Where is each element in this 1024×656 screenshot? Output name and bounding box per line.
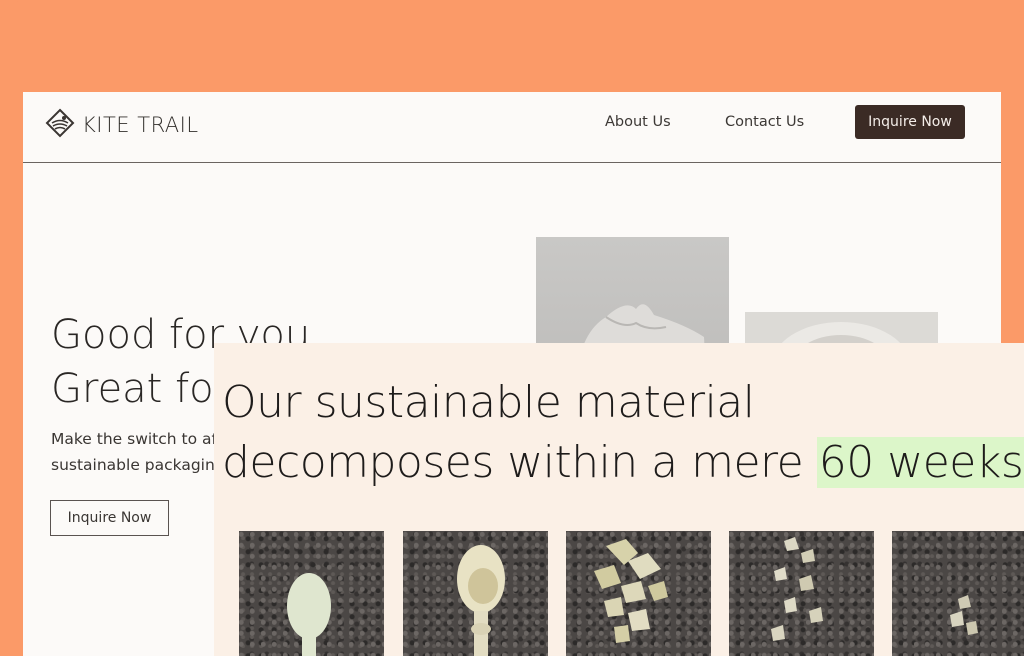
nav-link-about[interactable]: About Us — [605, 114, 671, 130]
decomposition-photo-stage-1 — [239, 531, 384, 656]
brand-name: KITE TRAIL — [82, 113, 199, 137]
decomposition-heading-line2: decomposes within a mere 60 weeks. — [222, 433, 1024, 493]
decomposition-photo-stage-5 — [892, 531, 1024, 656]
decomposition-photo-stage-4 — [729, 531, 874, 656]
site-header: KITE TRAIL About Us Contact Us Inquire N… — [23, 92, 1001, 163]
decomposition-heading-line1: Our sustainable material — [222, 377, 755, 428]
hero-subtitle-line1: Make the switch to af — [51, 430, 217, 448]
kite-logo-icon — [45, 108, 75, 142]
hero-subtitle: Make the switch to af sustainable packag… — [51, 426, 217, 478]
decomposition-photo-stage-2 — [403, 531, 548, 656]
inquire-now-button[interactable]: Inquire Now — [855, 105, 965, 139]
decomposition-heading-prefix: decomposes within a mere — [222, 437, 817, 488]
decomposition-photo-stage-3 — [566, 531, 711, 656]
nav-link-contact[interactable]: Contact Us — [725, 114, 804, 130]
decomposition-heading: Our sustainable material decomposes with… — [222, 373, 1024, 493]
decomposition-card: Our sustainable material decomposes with… — [214, 343, 1024, 656]
hero-inquire-button[interactable]: Inquire Now — [50, 500, 169, 536]
brand-logo[interactable]: KITE TRAIL — [45, 108, 199, 142]
hero-subtitle-line2: sustainable packagin — [51, 456, 215, 474]
decomposition-highlight: 60 weeks. — [816, 437, 1024, 488]
